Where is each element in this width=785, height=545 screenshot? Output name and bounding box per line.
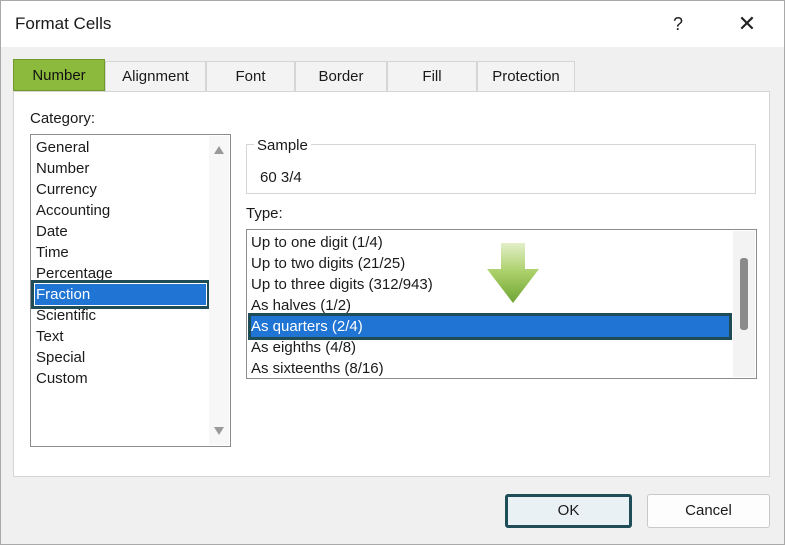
type-scroll-thumb[interactable] — [740, 258, 748, 330]
tab-number[interactable]: Number — [13, 59, 105, 91]
scroll-down-arrow-icon[interactable] — [214, 427, 224, 435]
tab-bar: Number Alignment Font Border Fill Protec… — [13, 59, 773, 91]
type-label: Type: — [246, 205, 283, 222]
cancel-button[interactable]: Cancel — [647, 494, 770, 528]
category-item-general[interactable]: General — [35, 137, 206, 158]
help-button[interactable]: ? — [663, 9, 693, 39]
category-item-scientific[interactable]: Scientific — [35, 305, 206, 326]
category-scrollbar[interactable] — [209, 136, 229, 445]
close-button[interactable]: ✕ — [729, 9, 765, 39]
type-item[interactable]: As eighths (4/8) — [251, 337, 729, 358]
category-item-time[interactable]: Time — [35, 242, 206, 263]
category-item-percentage[interactable]: Percentage — [35, 263, 206, 284]
category-item-accounting[interactable]: Accounting — [35, 200, 206, 221]
format-cells-dialog: Format Cells ? ✕ Number Alignment Font B… — [0, 0, 785, 545]
category-item-number[interactable]: Number — [35, 158, 206, 179]
tab-fill[interactable]: Fill — [387, 61, 477, 91]
sample-group — [246, 144, 756, 194]
category-item-date[interactable]: Date — [35, 221, 206, 242]
category-item-fraction[interactable]: Fraction — [31, 280, 210, 309]
scroll-up-arrow-icon[interactable] — [214, 146, 224, 154]
tab-border[interactable]: Border — [295, 61, 387, 91]
ok-button[interactable]: OK — [505, 494, 632, 528]
category-label: Category: — [30, 110, 96, 127]
tab-alignment[interactable]: Alignment — [105, 61, 206, 91]
category-item-custom[interactable]: Custom — [35, 368, 206, 389]
category-item-special[interactable]: Special — [35, 347, 206, 368]
type-item[interactable]: As sixteenths (8/16) — [251, 358, 729, 378]
category-item-text[interactable]: Text — [35, 326, 206, 347]
category-listbox[interactable]: General Number Currency Accounting Date … — [30, 134, 231, 447]
category-item-currency[interactable]: Currency — [35, 179, 206, 200]
tab-font[interactable]: Font — [206, 61, 295, 91]
green-down-arrow-icon — [487, 243, 539, 303]
dialog-title: Format Cells — [15, 14, 112, 33]
sample-legend: Sample — [254, 137, 311, 154]
tab-protection[interactable]: Protection — [477, 61, 575, 91]
title-bar: Format Cells ? ✕ — [1, 1, 784, 47]
type-scrollbar[interactable] — [733, 231, 755, 377]
type-item-selected[interactable]: As quarters (2/4) — [248, 313, 732, 340]
sample-value: 60 3/4 — [260, 169, 302, 186]
